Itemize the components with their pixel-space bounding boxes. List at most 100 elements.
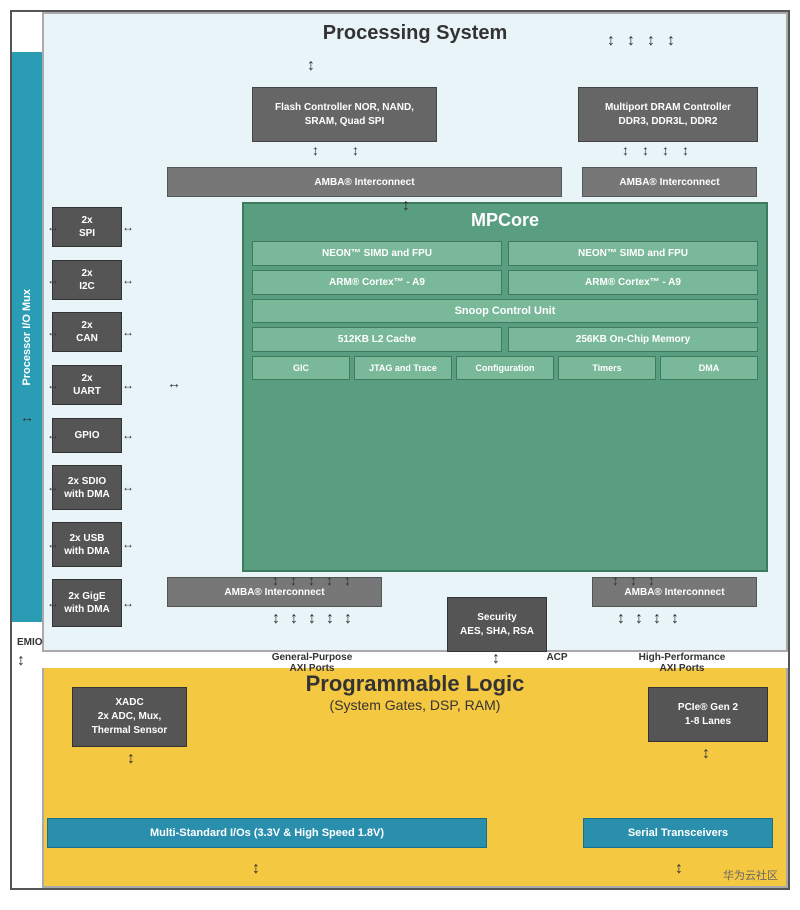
cortex2-box: ARM® Cortex™ - A9	[508, 270, 758, 295]
multi-std-io-label: Multi-Standard I/Os (3.3V & High Speed 1…	[150, 827, 384, 839]
pcie-down-arrow: ↕	[702, 745, 710, 763]
amba-peripheral-arrow: ↔	[167, 375, 181, 391]
peripheral-uart: 2xUART	[52, 365, 122, 405]
amba-bottom-arrow2: ↕	[290, 572, 297, 588]
gpio-left-arrow: ↔	[47, 428, 59, 442]
peripheral-sdio-label: 2x SDIOwith DMA	[64, 475, 110, 501]
peripheral-spi-label: 2xSPI	[79, 214, 95, 240]
peripheral-spi: 2xSPI	[52, 207, 122, 247]
mpcore-container: MPCore NEON™ SIMD and FPU NEON™ SIMD and…	[242, 202, 768, 572]
gic-label: GIC	[293, 363, 309, 373]
peripheral-gpio-label: GPIO	[74, 429, 99, 442]
amba-interconnect-label-1: AMBA® Interconnect	[314, 177, 414, 188]
can-left-arrow: ↔	[47, 325, 59, 339]
amba-bottom-arrow5: ↕	[344, 572, 351, 588]
gpio-right-arrow: ↔	[122, 428, 134, 442]
can-right-arrow: ↔	[122, 325, 134, 339]
pcie-box: PCIe® Gen 2 1-8 Lanes	[648, 687, 768, 742]
peripheral-gige: 2x GigEwith DMA	[52, 579, 122, 627]
sdio-right-arrow: ↔	[122, 480, 134, 494]
sdio-left-arrow: ↔	[47, 480, 59, 494]
snoop-control-box: Snoop Control Unit	[252, 299, 758, 323]
dram-amba-arrow2: ↕	[642, 142, 649, 158]
bottom-row: GIC JTAG and Trace Configuration Timers …	[252, 356, 758, 380]
xadc-label: XADC 2x ADC, Mux, Thermal Sensor	[92, 696, 168, 738]
cortex2-label: ARM® Cortex™ - A9	[585, 277, 681, 288]
gic-box: GIC	[252, 356, 350, 380]
io-mux-label: Processor I/O Mux	[21, 289, 33, 386]
flash-controller-box: Flash Controller NOR, NAND, SRAM, Quad S…	[252, 87, 437, 142]
flash-controller-label: Flash Controller NOR, NAND, SRAM, Quad S…	[275, 101, 414, 129]
amba-bottom-right-arrow3: ↕	[648, 572, 655, 588]
dram-controller-box: Multiport DRAM Controller DDR3, DDR3L, D…	[578, 87, 758, 142]
peripheral-usb: 2x USBwith DMA	[52, 522, 122, 567]
neon1-box: NEON™ SIMD and FPU	[252, 241, 502, 266]
left-main-arrow: ↔	[12, 407, 42, 427]
cortex1-box: ARM® Cortex™ - A9	[252, 270, 502, 295]
amba-bottom-arrow4: ↕	[326, 572, 333, 588]
flash-amba-arrow: ↕	[312, 142, 319, 158]
amba-bottom-arrow3: ↕	[308, 572, 315, 588]
amba-mpcore-arrow: ↕	[402, 197, 410, 215]
xadc-down-arrow: ↕	[127, 750, 135, 768]
uart-left-arrow: ↔	[47, 378, 59, 392]
peripheral-can-label: 2xCAN	[76, 319, 98, 345]
cortex1-label: ARM® Cortex™ - A9	[329, 277, 425, 288]
spi-left-arrow: ↔	[47, 220, 59, 234]
i2c-right-arrow: ↔	[122, 273, 134, 287]
amba-bottom-right-arrow2: ↕	[630, 572, 637, 588]
neon2-box: NEON™ SIMD and FPU	[508, 241, 758, 266]
amba-interconnect-label-2: AMBA® Interconnect	[619, 177, 719, 188]
usb-left-arrow: ↔	[47, 537, 59, 551]
mpcore-title: MPCore	[244, 204, 766, 237]
flash-amba-arrow2: ↕	[352, 142, 359, 158]
snoop-label: Snoop Control Unit	[455, 305, 556, 317]
jtag-box: JTAG and Trace	[354, 356, 452, 380]
io-mux-bar: Processor I/O Mux	[12, 52, 42, 622]
bottom-arrow-left: ↕	[252, 860, 260, 878]
neon-row: NEON™ SIMD and FPU NEON™ SIMD and FPU	[252, 241, 758, 266]
peripheral-uart-label: 2xUART	[73, 372, 101, 398]
main-diagram: Processing System Processor I/O Mux ↔ 2x…	[10, 10, 790, 890]
neon1-label: NEON™ SIMD and FPU	[322, 248, 432, 259]
dram-top-arrow4: ↕	[667, 32, 675, 50]
amba-bottom-right-arrow1: ↕	[612, 572, 619, 588]
l2cache-label: 512KB L2 Cache	[338, 334, 416, 345]
multi-std-io-bar: Multi-Standard I/Os (3.3V & High Speed 1…	[47, 818, 487, 848]
onchip-label: 256KB On-Chip Memory	[576, 334, 690, 345]
amba-interconnect-label-4: AMBA® Interconnect	[624, 587, 724, 598]
cache-row: 512KB L2 Cache 256KB On-Chip Memory	[252, 327, 758, 352]
peripheral-gige-label: 2x GigEwith DMA	[64, 590, 110, 616]
spi-right-arrow: ↔	[122, 220, 134, 234]
dma-box: DMA	[660, 356, 758, 380]
pcie-label: PCIe® Gen 2 1-8 Lanes	[678, 701, 738, 729]
usb-right-arrow: ↔	[122, 537, 134, 551]
amba-interconnect-label-3: AMBA® Interconnect	[224, 587, 324, 598]
watermark: 华为云社区	[723, 867, 778, 883]
flash-top-arrow: ↕	[307, 57, 315, 75]
timers-label: Timers	[592, 363, 621, 373]
emio-arrow: ↕	[17, 652, 25, 670]
bottom-arrow-right: ↕	[675, 860, 683, 878]
peripheral-sdio: 2x SDIOwith DMA	[52, 465, 122, 510]
dram-amba-arrow4: ↕	[682, 142, 689, 158]
amba-interconnect-top-left: AMBA® Interconnect	[167, 167, 562, 197]
peripheral-i2c: 2xI2C	[52, 260, 122, 300]
config-box: Configuration	[456, 356, 554, 380]
dram-top-arrow: ↕	[607, 32, 615, 50]
timers-box: Timers	[558, 356, 656, 380]
neon2-label: NEON™ SIMD and FPU	[578, 248, 688, 259]
serial-transceivers-bar: Serial Transceivers	[583, 818, 773, 848]
dram-amba-arrow3: ↕	[662, 142, 669, 158]
peripheral-can: 2xCAN	[52, 312, 122, 352]
emio-label: EMIO	[17, 637, 43, 648]
gige-right-arrow: ↔	[122, 596, 134, 610]
uart-right-arrow: ↔	[122, 378, 134, 392]
dram-top-arrow2: ↕	[627, 32, 635, 50]
amba-bottom-arrow1: ↕	[272, 572, 279, 588]
peripheral-i2c-label: 2xI2C	[79, 267, 95, 293]
amba-interconnect-top-right: AMBA® Interconnect	[582, 167, 757, 197]
onchip-box: 256KB On-Chip Memory	[508, 327, 758, 352]
gige-left-arrow: ↔	[47, 596, 59, 610]
dram-amba-arrow: ↕	[622, 142, 629, 158]
